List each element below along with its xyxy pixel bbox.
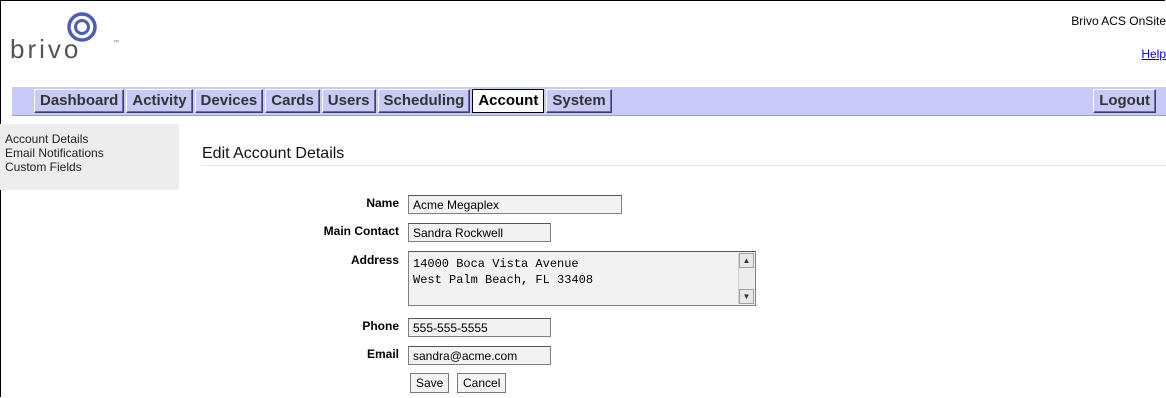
sidebar: Account Details Email Notifications Cust… [0, 124, 179, 190]
brivo-logo: brivo ™ [10, 12, 130, 64]
sidebar-item-custom-fields[interactable]: Custom Fields [0, 160, 179, 174]
tab-activity[interactable]: Activity [126, 89, 193, 113]
address-scrollbar[interactable]: ▲ ▼ [738, 253, 754, 304]
main-contact-label: Main Contact [323, 224, 399, 238]
logout-button[interactable]: Logout [1093, 89, 1156, 113]
tab-devices[interactable]: Devices [194, 89, 264, 113]
cancel-button[interactable]: Cancel [457, 373, 507, 393]
email-label: Email [366, 347, 399, 361]
address-text: 14000 Boca Vista Avenue West Palm Beach,… [413, 257, 594, 287]
tab-cards[interactable]: Cards [265, 89, 320, 113]
name-input[interactable] [408, 195, 622, 214]
tab-system[interactable]: System [546, 89, 612, 113]
svg-text:™: ™ [113, 39, 119, 46]
sidebar-item-account-details[interactable]: Account Details [0, 132, 179, 146]
tab-users[interactable]: Users [321, 89, 376, 113]
save-button[interactable]: Save [410, 373, 450, 393]
name-label: Name [366, 196, 399, 210]
nav-tabs: Dashboard Activity Devices Cards Users S… [34, 89, 612, 113]
scroll-down-icon[interactable]: ▼ [739, 289, 754, 304]
tab-account[interactable]: Account [472, 89, 545, 113]
help-link[interactable]: Help [1141, 47, 1166, 61]
page-title: Edit Account Details [202, 145, 345, 162]
phone-label: Phone [362, 319, 399, 333]
tab-scheduling[interactable]: Scheduling [377, 89, 471, 113]
sidebar-item-email-notifications[interactable]: Email Notifications [0, 146, 179, 160]
nav-bar: Dashboard Activity Devices Cards Users S… [12, 87, 1166, 116]
title-divider [202, 165, 1166, 166]
email-input[interactable] [408, 346, 551, 365]
phone-input[interactable] [408, 318, 551, 337]
scroll-up-icon[interactable]: ▲ [739, 253, 754, 268]
app-name: Brivo ACS OnSite [1071, 14, 1166, 28]
address-textarea[interactable]: 14000 Boca Vista Avenue West Palm Beach,… [408, 251, 756, 306]
address-label: Address [350, 253, 399, 267]
logo-text: brivo [10, 34, 81, 62]
main-contact-input[interactable] [408, 223, 551, 242]
tab-dashboard[interactable]: Dashboard [34, 89, 125, 113]
